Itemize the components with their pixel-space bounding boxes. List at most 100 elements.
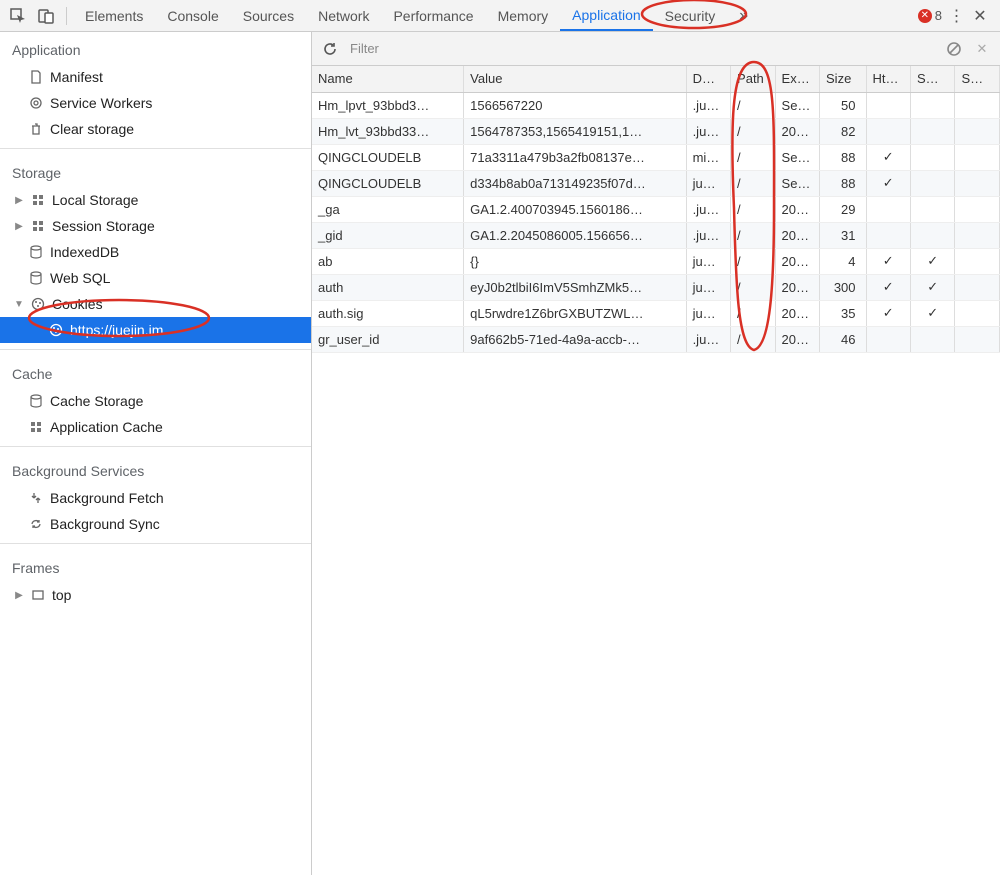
col-secure[interactable]: S… bbox=[911, 66, 955, 92]
col-samesite[interactable]: S… bbox=[955, 66, 1000, 92]
sidebar-item-label: Session Storage bbox=[52, 218, 155, 234]
sync-icon bbox=[28, 516, 44, 532]
tab-sources[interactable]: Sources bbox=[231, 0, 306, 31]
cell-secure bbox=[911, 222, 955, 248]
section-storage: Storage bbox=[0, 155, 311, 187]
sidebar-item-indexeddb[interactable]: IndexedDB bbox=[0, 239, 311, 265]
cell-name: auth bbox=[312, 274, 464, 300]
cell-expires: 20… bbox=[775, 248, 819, 274]
tab-application[interactable]: Application bbox=[560, 0, 653, 31]
sidebar-item-top-frame[interactable]: ▶ top bbox=[0, 582, 311, 608]
sidebar-item-session-storage[interactable]: ▶ Session Storage bbox=[0, 213, 311, 239]
cell-domain: .ju… bbox=[686, 118, 730, 144]
table-row[interactable]: QINGCLOUDELBd334b8ab0a713149235f07d…ju…/… bbox=[312, 170, 1000, 196]
frame-icon bbox=[30, 587, 46, 603]
sidebar-item-cache-storage[interactable]: Cache Storage bbox=[0, 388, 311, 414]
tab-network[interactable]: Network bbox=[306, 0, 381, 31]
table-row[interactable]: _gidGA1.2.2045086005.156656….ju…/20…31 bbox=[312, 222, 1000, 248]
close-devtools-icon[interactable]: ✕ bbox=[970, 6, 990, 26]
sidebar-item-websql[interactable]: Web SQL bbox=[0, 265, 311, 291]
divider bbox=[0, 446, 311, 447]
cell-name: Hm_lvt_93bbd33… bbox=[312, 118, 464, 144]
error-count-badge[interactable]: ✕ 8 bbox=[918, 8, 942, 23]
storage-icon bbox=[30, 218, 46, 234]
clear-all-icon[interactable] bbox=[944, 39, 964, 59]
cell-samesite bbox=[955, 92, 1000, 118]
cell-size: 4 bbox=[820, 248, 867, 274]
divider bbox=[0, 543, 311, 544]
cell-domain: .ju… bbox=[686, 326, 730, 352]
tab-security[interactable]: Security bbox=[653, 0, 728, 31]
sidebar-item-clear-storage[interactable]: Clear storage bbox=[0, 116, 311, 142]
table-row[interactable]: Hm_lvt_93bbd33…1564787353,1565419151,1….… bbox=[312, 118, 1000, 144]
sidebar-item-background-sync[interactable]: Background Sync bbox=[0, 511, 311, 537]
cell-samesite bbox=[955, 274, 1000, 300]
delete-selected-icon[interactable]: ✕ bbox=[972, 39, 992, 59]
cell-secure: ✓ bbox=[911, 274, 955, 300]
table-row[interactable]: _gaGA1.2.400703945.1560186….ju…/20…29 bbox=[312, 196, 1000, 222]
col-domain[interactable]: D… bbox=[686, 66, 730, 92]
cell-samesite bbox=[955, 170, 1000, 196]
cookies-table-container[interactable]: Name Value D… Path Ex… Size Ht… S… S… Hm… bbox=[312, 66, 1000, 875]
tab-memory[interactable]: Memory bbox=[486, 0, 561, 31]
settings-menu-icon[interactable]: ⋮ bbox=[946, 6, 966, 26]
divider bbox=[0, 349, 311, 350]
table-row[interactable]: auth.sigqL5rwdre1Z6brGXBUTZWL…ju…/20…35✓… bbox=[312, 300, 1000, 326]
cell-value: 1566567220 bbox=[464, 92, 686, 118]
col-size[interactable]: Size bbox=[820, 66, 867, 92]
cell-domain: ju… bbox=[686, 274, 730, 300]
divider bbox=[0, 148, 311, 149]
refresh-icon[interactable] bbox=[320, 39, 340, 59]
cell-expires: Se… bbox=[775, 92, 819, 118]
table-row[interactable]: gr_user_id9af662b5-71ed-4a9a-accb-….ju…/… bbox=[312, 326, 1000, 352]
cell-value: GA1.2.2045086005.156656… bbox=[464, 222, 686, 248]
sidebar-item-label: Application Cache bbox=[50, 419, 163, 435]
sidebar-item-cookies[interactable]: ▼ Cookies bbox=[0, 291, 311, 317]
inspect-icon[interactable] bbox=[8, 6, 28, 26]
tab-elements[interactable]: Elements bbox=[73, 0, 155, 31]
col-value[interactable]: Value bbox=[464, 66, 686, 92]
section-background-services: Background Services bbox=[0, 453, 311, 485]
col-name[interactable]: Name bbox=[312, 66, 464, 92]
cell-size: 46 bbox=[820, 326, 867, 352]
sidebar-item-label: Manifest bbox=[50, 69, 103, 85]
sidebar-item-label: IndexedDB bbox=[50, 244, 119, 260]
filter-input[interactable] bbox=[348, 37, 936, 60]
cell-domain: ju… bbox=[686, 170, 730, 196]
tab-console[interactable]: Console bbox=[155, 0, 230, 31]
cell-size: 88 bbox=[820, 144, 867, 170]
sidebar-item-service-workers[interactable]: Service Workers bbox=[0, 90, 311, 116]
table-row[interactable]: ab{}ju…/20…4✓✓ bbox=[312, 248, 1000, 274]
sidebar-item-manifest[interactable]: Manifest bbox=[0, 64, 311, 90]
sidebar-item-label: Local Storage bbox=[52, 192, 138, 208]
sidebar-item-local-storage[interactable]: ▶ Local Storage bbox=[0, 187, 311, 213]
cell-samesite bbox=[955, 300, 1000, 326]
cell-httponly: ✓ bbox=[866, 300, 910, 326]
cell-name: QINGCLOUDELB bbox=[312, 144, 464, 170]
col-httponly[interactable]: Ht… bbox=[866, 66, 910, 92]
table-header-row: Name Value D… Path Ex… Size Ht… S… S… bbox=[312, 66, 1000, 92]
tabs-overflow[interactable]: » bbox=[727, 0, 760, 31]
cell-value: 1564787353,1565419151,1… bbox=[464, 118, 686, 144]
cell-httponly: ✓ bbox=[866, 170, 910, 196]
table-row[interactable]: Hm_lpvt_93bbd3…1566567220.ju…/Se…50 bbox=[312, 92, 1000, 118]
cell-path: / bbox=[731, 170, 775, 196]
cell-name: QINGCLOUDELB bbox=[312, 170, 464, 196]
cell-samesite bbox=[955, 196, 1000, 222]
col-path[interactable]: Path bbox=[731, 66, 775, 92]
cell-httponly bbox=[866, 92, 910, 118]
sidebar-item-background-fetch[interactable]: Background Fetch bbox=[0, 485, 311, 511]
sidebar-item-label: Cache Storage bbox=[50, 393, 143, 409]
col-expires[interactable]: Ex… bbox=[775, 66, 819, 92]
device-toggle-icon[interactable] bbox=[36, 6, 56, 26]
sidebar-item-application-cache[interactable]: Application Cache bbox=[0, 414, 311, 440]
table-row[interactable]: autheyJ0b2tlbiI6ImV5SmhZMk5…ju…/20…300✓✓ bbox=[312, 274, 1000, 300]
tab-performance[interactable]: Performance bbox=[381, 0, 485, 31]
cell-samesite bbox=[955, 222, 1000, 248]
gear-icon bbox=[28, 95, 44, 111]
cell-expires: 20… bbox=[775, 300, 819, 326]
cell-size: 82 bbox=[820, 118, 867, 144]
sidebar-item-cookie-origin[interactable]: https://juejin.im bbox=[0, 317, 311, 343]
table-row[interactable]: QINGCLOUDELB71a3311a479b3a2fb08137e…mi…/… bbox=[312, 144, 1000, 170]
cookies-table: Name Value D… Path Ex… Size Ht… S… S… Hm… bbox=[312, 66, 1000, 353]
